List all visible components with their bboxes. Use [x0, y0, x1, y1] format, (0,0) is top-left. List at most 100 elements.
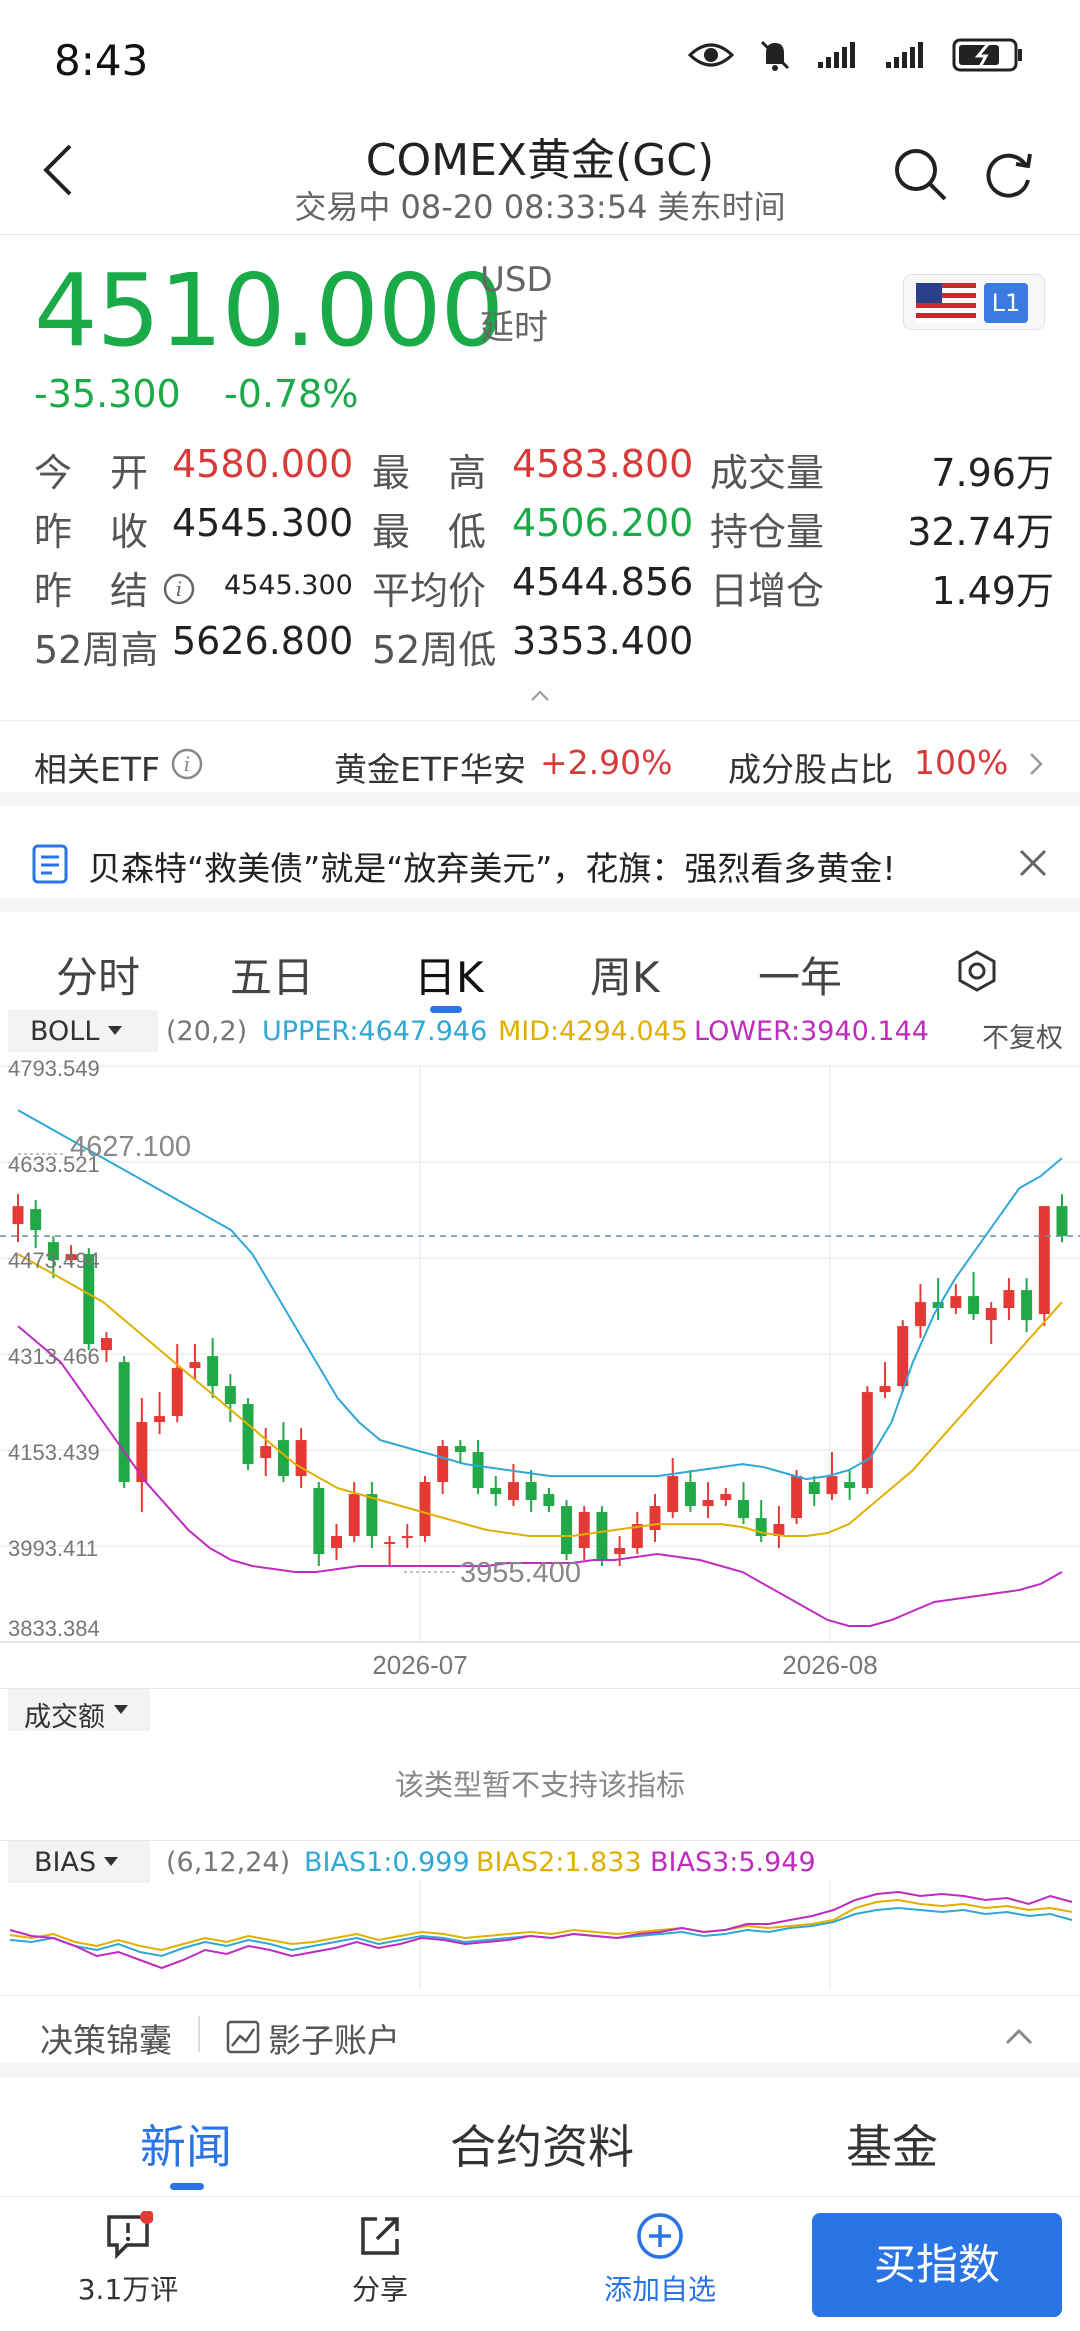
collapse-chevron-icon[interactable] [1004, 2026, 1034, 2046]
tab-weekly-k[interactable]: 周K [590, 944, 660, 1005]
x-tick-label: 2026-08 [782, 1650, 877, 1680]
stat-label: 昨 收 [34, 510, 149, 554]
comments-button[interactable]: 3.1万评 [68, 2210, 188, 2308]
candle-body [1056, 1206, 1068, 1237]
candle-body [525, 1482, 537, 1501]
stat-label: 最 高 [372, 451, 487, 495]
close-icon[interactable] [1018, 848, 1048, 878]
share-button[interactable]: 分享 [320, 2211, 440, 2308]
low-annotation: 3955.400 [460, 1557, 581, 1589]
add-watchlist-button[interactable]: 添加自选 [590, 2211, 730, 2308]
stat-label: 52周低 [372, 628, 497, 672]
chevron-right-icon [1030, 753, 1043, 775]
candle-body [472, 1452, 484, 1489]
candlestick-chart[interactable]: 4793.5494633.5214473.4944313.4664153.439… [0, 1052, 1080, 1688]
bias3-value: BIAS3:5.949 [650, 1847, 816, 1878]
etf-change: +2.90% [540, 743, 673, 782]
candle-body [260, 1446, 272, 1459]
candle-body [30, 1209, 42, 1231]
tab-funds[interactable]: 基金 [846, 2111, 938, 2177]
y-tick-label: 4313.466 [8, 1344, 100, 1369]
etf-name: 黄金ETF华安 [334, 750, 526, 789]
tab-5day[interactable]: 五日 [230, 944, 314, 1005]
bias-params: (6,12,24) [166, 1847, 291, 1878]
refresh-icon[interactable] [980, 146, 1036, 202]
candle-body [578, 1512, 590, 1549]
etf-ratio: 100% [914, 743, 1009, 782]
candle-body [914, 1302, 926, 1327]
signal-icon [818, 42, 855, 68]
news-banner[interactable]: 贝森特“救美债”就是“放弃美元”，花旗：强烈看多黄金! [0, 820, 1080, 912]
tab-daily-k[interactable]: 日K [414, 944, 484, 1005]
content-tabs: 新闻 合约资料 基金 [0, 2091, 1080, 2191]
boll-selector[interactable]: BOLL [30, 1016, 99, 1047]
bias2-line [9, 1898, 1073, 1952]
candle-body [224, 1386, 236, 1405]
info-icon[interactable]: i [170, 747, 204, 781]
boll-mid: MID:4294.045 [498, 1016, 688, 1047]
tab-intraday[interactable]: 分时 [56, 944, 140, 1005]
bias-chart[interactable] [0, 1880, 1080, 1990]
stat-label: 持仓量 [710, 510, 825, 554]
buy-index-button[interactable]: 买指数 [812, 2213, 1062, 2317]
decision-row: 决策锦囊 影子账户 [0, 1995, 1080, 2077]
stat-value: 4506.200 [512, 501, 694, 545]
chart-settings-icon[interactable] [956, 950, 998, 992]
candle-body [879, 1386, 891, 1393]
stat-value: 7.96万 [931, 451, 1054, 495]
volume-selector[interactable]: 成交额 [24, 1695, 105, 1734]
candle-body [968, 1296, 980, 1315]
bias-selector[interactable]: BIAS [34, 1847, 96, 1878]
stats-grid: 今 开 4580.000 最 高 4583.800 成交量 7.96万 昨 收 … [34, 442, 1054, 678]
stats-row: 今 开 4580.000 最 高 4583.800 成交量 7.96万 [34, 442, 1054, 501]
adjust-mode[interactable]: 不复权 [982, 1016, 1063, 1055]
bottom-action-bar: 3.1万评 分享 添加自选 买指数 [0, 2196, 1080, 2331]
stat-value: 4545.300 [224, 570, 353, 601]
market-badge[interactable]: L1 [903, 274, 1045, 330]
battery-icon [952, 38, 1022, 72]
tab-1year[interactable]: 一年 [758, 944, 842, 1005]
candle-body [667, 1476, 679, 1513]
unsupported-notice: 该类型暂不支持该指标 [394, 1768, 685, 1802]
candle-body [171, 1368, 183, 1417]
etf-ratio-label: 成分股占比 [728, 750, 893, 789]
collapse-chevron-icon[interactable] [530, 688, 550, 702]
comments-count: 3.1万评 [77, 2273, 179, 2306]
decision-tips-link[interactable]: 决策锦囊 [40, 2014, 172, 2062]
y-tick-label: 4153.439 [8, 1440, 100, 1465]
stat-label: 昨 结 [34, 569, 149, 613]
share-icon [361, 2217, 399, 2255]
status-bar: 8:43 [0, 0, 1080, 120]
stat-value: 5626.800 [172, 619, 354, 663]
last-price: 4510.000 [34, 252, 504, 369]
candle-body [366, 1494, 378, 1537]
stat-label: 今 开 [34, 451, 149, 495]
tab-contract-info[interactable]: 合约资料 [450, 2111, 634, 2177]
y-tick-label: 4473.494 [8, 1248, 100, 1273]
eye-icon [688, 43, 734, 67]
bias2-value: BIAS2:1.833 [476, 1847, 642, 1878]
related-etf-row[interactable]: 相关ETF i 黄金ETF华安 +2.90% 成分股占比 100% [0, 720, 1080, 806]
candle-body [419, 1482, 431, 1537]
svg-text:i: i [184, 752, 190, 776]
status-time: 8:43 [54, 36, 149, 85]
candle-body [401, 1536, 413, 1539]
price-change-pct: -0.78% [224, 372, 359, 416]
stat-value: 3353.400 [512, 619, 694, 663]
candle-body [738, 1500, 749, 1519]
search-icon[interactable] [892, 146, 948, 202]
dropdown-caret-icon [104, 1857, 118, 1866]
stat-value: 1.49万 [931, 569, 1054, 613]
shadow-account-icon [226, 2020, 260, 2054]
candle-body [136, 1422, 148, 1483]
stat-value: 4580.000 [172, 442, 354, 486]
bias1-value: BIAS1:0.999 [304, 1847, 470, 1878]
shadow-account-link[interactable]: 影子账户 [268, 2014, 400, 2062]
candle-body [596, 1512, 608, 1561]
tab-news[interactable]: 新闻 [140, 2111, 232, 2177]
dropdown-caret-icon [114, 1705, 128, 1714]
candle-body [844, 1482, 856, 1489]
info-icon[interactable]: i [162, 572, 196, 606]
us-flag-icon [916, 283, 976, 323]
stat-value: 4583.800 [512, 442, 694, 486]
